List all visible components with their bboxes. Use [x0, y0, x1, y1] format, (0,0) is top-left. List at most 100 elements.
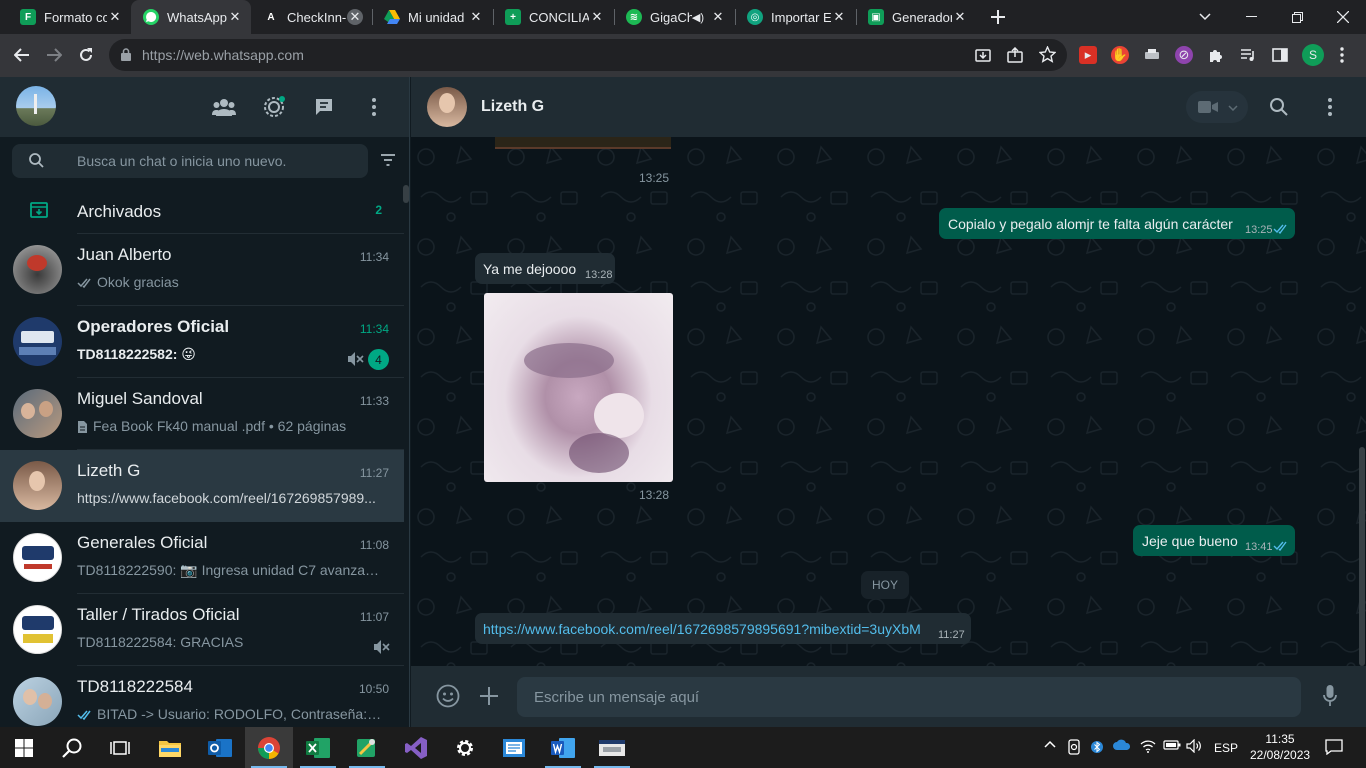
extension-hand-icon[interactable]: ✋	[1111, 46, 1129, 64]
extension-printer-icon[interactable]	[1143, 46, 1161, 64]
tab-6[interactable]: ◎ Importar E ✕	[735, 0, 855, 34]
chat-item-operadores-oficial[interactable]: Operadores Oficial 11:34 TD8118222582: 😜…	[0, 306, 404, 378]
restore-icon[interactable]	[1274, 0, 1320, 34]
message-input[interactable]: Escribe un mensaje aquí	[517, 677, 1301, 717]
taskbar-search-icon[interactable]	[48, 727, 96, 768]
close-tab-icon[interactable]: ✕	[952, 9, 968, 25]
word-icon[interactable]	[539, 727, 587, 768]
app-window-icon[interactable]	[588, 727, 636, 768]
minimize-icon[interactable]	[1228, 0, 1274, 34]
chat-preview: Okok gracias	[97, 274, 179, 290]
image-message-partial[interactable]	[495, 137, 671, 149]
visual-studio-icon[interactable]	[392, 727, 440, 768]
media-controls-icon[interactable]	[1239, 46, 1257, 64]
video-call-button[interactable]	[1186, 91, 1248, 123]
file-explorer-icon[interactable]	[146, 727, 194, 768]
contact-name[interactable]: Lizeth G	[481, 98, 544, 116]
tab-search-icon[interactable]	[1182, 0, 1228, 34]
image-message[interactable]	[484, 293, 673, 482]
start-button[interactable]	[0, 727, 48, 768]
notifications-icon[interactable]	[1325, 739, 1343, 755]
avatar-logo	[22, 616, 54, 630]
close-tab-icon[interactable]: ✕	[347, 9, 363, 25]
reload-button[interactable]	[71, 40, 101, 70]
status-icon[interactable]	[262, 95, 286, 119]
incoming-message[interactable]: https://www.facebook.com/reel/1672698579…	[475, 613, 971, 644]
chat-item-td8118222584[interactable]: TD8118222584 10:50 BITAD -> Usuario: ROD…	[0, 666, 404, 727]
task-view-icon[interactable]	[96, 727, 144, 768]
search-messages-icon[interactable]	[1270, 98, 1288, 116]
onedrive-icon[interactable]	[1113, 739, 1131, 751]
input-language[interactable]: ESP	[1214, 741, 1238, 755]
news-app-icon[interactable]	[490, 727, 538, 768]
install-app-icon[interactable]	[975, 47, 991, 63]
back-button[interactable]	[7, 40, 37, 70]
browser-menu-icon[interactable]	[1333, 46, 1351, 64]
chrome-icon[interactable]	[245, 727, 293, 768]
tab-7[interactable]: ▣ Generador ✕	[856, 0, 976, 34]
outlook-icon[interactable]	[196, 727, 244, 768]
system-clock[interactable]: 11:35 22/08/2023	[1250, 731, 1310, 763]
device-icon[interactable]	[1068, 739, 1080, 755]
chat-item-taller-tirados[interactable]: Taller / Tirados Oficial 11:07 TD8118222…	[0, 594, 404, 666]
chat-item-lizeth-g[interactable]: Lizeth G 11:27 https://www.facebook.com/…	[0, 450, 404, 522]
tab-4[interactable]: + CONCILIAC ✕	[493, 0, 613, 34]
audio-playing-icon[interactable]: ◀)	[692, 11, 704, 24]
outgoing-message[interactable]: Copialo y pegalo alomjr te falta algún c…	[939, 208, 1295, 239]
tab-3[interactable]: Mi unidad ✕	[372, 0, 492, 34]
contact-avatar[interactable]	[427, 87, 467, 127]
menu-icon[interactable]	[362, 95, 386, 119]
settings-icon[interactable]	[441, 727, 489, 768]
extensions-puzzle-icon[interactable]	[1207, 46, 1225, 64]
lock-icon[interactable]	[121, 48, 131, 61]
forward-button[interactable]	[39, 40, 69, 70]
excel-tools-icon[interactable]	[343, 727, 391, 768]
battery-icon[interactable]	[1163, 739, 1181, 751]
conversation-menu-icon[interactable]	[1328, 98, 1332, 116]
chat-item-miguel-sandoval[interactable]: Miguel Sandoval 11:33 Fea Book Fk40 manu…	[0, 378, 404, 450]
close-tab-icon[interactable]: ✕	[227, 9, 243, 25]
search-input[interactable]: Busca un chat o inicia uno nuevo.	[77, 153, 286, 169]
bluetooth-icon[interactable]	[1091, 739, 1103, 755]
extension-purple-icon[interactable]: ⊘	[1175, 46, 1193, 64]
close-window-icon[interactable]	[1320, 0, 1366, 34]
message-link[interactable]: https://www.facebook.com/reel/1672698579…	[483, 621, 921, 637]
conversation-header[interactable]: Lizeth G	[411, 77, 1366, 137]
chat-item-generales-oficial[interactable]: Generales Oficial 11:08 TD8118222590: 📷 …	[0, 522, 404, 594]
profile-avatar-icon[interactable]: S	[1302, 44, 1324, 66]
show-hidden-icons[interactable]	[1044, 740, 1056, 748]
my-profile-avatar[interactable]	[16, 86, 56, 126]
incoming-message[interactable]: Ya me dejoooo 13:28	[475, 253, 615, 284]
close-tab-icon[interactable]: ✕	[107, 9, 123, 25]
tab-2[interactable]: A CheckInn-I ✕	[251, 0, 371, 34]
close-tab-icon[interactable]: ✕	[710, 9, 726, 25]
microphone-icon[interactable]	[1323, 685, 1337, 707]
excel-icon[interactable]	[294, 727, 342, 768]
tab-5[interactable]: ≋ GigaCh ◀) ✕	[614, 0, 734, 34]
chat-item-juan-alberto[interactable]: Juan Alberto 11:34 Okok gracias	[0, 234, 404, 306]
communities-icon[interactable]	[212, 95, 236, 119]
close-tab-icon[interactable]: ✕	[589, 9, 605, 25]
search-box[interactable]: Busca un chat o inicia uno nuevo.	[12, 144, 368, 178]
close-tab-icon[interactable]: ✕	[468, 9, 484, 25]
tab-0[interactable]: F Formato co ✕	[8, 0, 131, 34]
url-text[interactable]: https://web.whatsapp.com	[142, 47, 304, 63]
side-panel-icon[interactable]	[1271, 46, 1289, 64]
attach-plus-icon[interactable]	[480, 687, 498, 705]
filter-icon[interactable]	[380, 154, 396, 166]
wifi-icon[interactable]	[1140, 739, 1156, 753]
new-tab-button[interactable]	[975, 0, 1021, 34]
extension-red-icon[interactable]: ▸	[1079, 46, 1097, 64]
close-tab-icon[interactable]: ✕	[831, 9, 847, 25]
outgoing-message[interactable]: Jeje que bueno 13:41	[1133, 525, 1295, 556]
new-chat-icon[interactable]	[312, 95, 336, 119]
emoji-icon[interactable]	[436, 684, 460, 708]
image-blur-shape	[594, 393, 644, 438]
conversation-scrollbar[interactable]	[1359, 447, 1365, 666]
address-bar[interactable]: https://web.whatsapp.com	[109, 39, 1067, 71]
archived-row[interactable]: Archivados 2	[0, 188, 404, 234]
tab-whatsapp[interactable]: WhatsApp ✕	[131, 0, 251, 34]
bookmark-star-icon[interactable]	[1039, 46, 1056, 63]
volume-icon[interactable]	[1186, 739, 1202, 753]
share-icon[interactable]	[1007, 47, 1023, 63]
